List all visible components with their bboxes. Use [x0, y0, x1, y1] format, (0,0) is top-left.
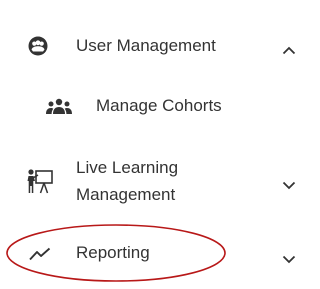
sidebar-item-label: Live Learning Management [76, 158, 179, 204]
sidebar-item-reporting[interactable]: Reporting [0, 230, 318, 278]
sidebar-item-live-learning-management[interactable]: Live Learning Management [0, 148, 318, 214]
sidebar-item-user-management[interactable]: User Management [0, 22, 318, 70]
user-group-icon [28, 36, 48, 56]
cohort-icon [46, 98, 72, 114]
sidebar-nav: User Management Manage Cohorts Live Lear… [0, 0, 318, 289]
sidebar-item-label: User Management [76, 36, 216, 55]
chevron-up-icon[interactable] [282, 42, 296, 55]
trend-line-icon [29, 247, 51, 261]
sidebar-item-manage-cohorts[interactable]: Manage Cohorts [0, 84, 318, 128]
sidebar-item-label: Reporting [76, 243, 150, 262]
sidebar-item-label: Manage Cohorts [96, 96, 222, 115]
chevron-down-icon[interactable] [282, 251, 296, 264]
presenter-board-icon [27, 168, 53, 194]
chevron-down-icon[interactable] [282, 177, 296, 190]
